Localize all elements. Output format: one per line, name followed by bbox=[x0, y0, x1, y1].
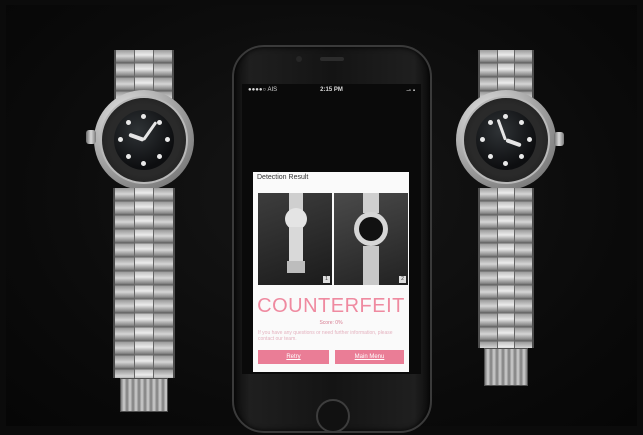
thumbnail-1-number: 1 bbox=[323, 276, 330, 283]
thumbnail-1-watch-image bbox=[285, 193, 307, 273]
left-watch-dial bbox=[114, 110, 174, 170]
right-watch-clasp bbox=[484, 348, 528, 386]
status-time: 2:15 PM bbox=[320, 87, 343, 93]
left-watch-lower-bracelet bbox=[113, 188, 175, 378]
left-watch bbox=[84, 50, 204, 435]
verdict-text: COUNTERFEIT bbox=[257, 295, 405, 317]
detection-result-card: Detection Result 1 2 COUNTERFEIT Score: … bbox=[253, 172, 409, 372]
help-note: If you have any questions or need furthe… bbox=[258, 330, 393, 342]
photo-thumbnail-1[interactable]: 1 bbox=[258, 193, 332, 285]
right-watch-bezel bbox=[462, 96, 550, 184]
card-title: Detection Result bbox=[257, 174, 309, 181]
right-watch-lower-bracelet bbox=[478, 188, 534, 348]
home-button[interactable] bbox=[316, 399, 350, 433]
left-watch-crown bbox=[86, 130, 96, 144]
right-watch bbox=[446, 50, 566, 390]
left-watch-case bbox=[94, 90, 194, 190]
right-watch-dial bbox=[476, 110, 536, 170]
retry-button[interactable]: Retry bbox=[258, 350, 329, 364]
phone-screen: ●●●●○ AIS 2:15 PM ⇀ ▪ Detection Result 1 bbox=[242, 84, 421, 374]
photo-thumbnail-2[interactable]: 2 bbox=[334, 193, 408, 285]
smartphone: ●●●●○ AIS 2:15 PM ⇀ ▪ Detection Result 1 bbox=[232, 45, 432, 433]
status-bar: ●●●●○ AIS 2:15 PM ⇀ ▪ bbox=[242, 84, 421, 97]
right-watch-case bbox=[456, 90, 556, 190]
left-watch-bezel bbox=[100, 96, 188, 184]
thumbnail-2-number: 2 bbox=[399, 276, 406, 283]
earpiece-speaker bbox=[320, 57, 344, 61]
status-icons: ⇀ ▪ bbox=[406, 88, 415, 94]
photo-background: ●●●●○ AIS 2:15 PM ⇀ ▪ Detection Result 1 bbox=[6, 5, 637, 433]
front-camera bbox=[296, 56, 302, 62]
left-watch-clasp bbox=[120, 378, 168, 412]
score-text: Score: 0% bbox=[319, 320, 343, 326]
right-watch-crown bbox=[554, 132, 564, 146]
main-menu-button[interactable]: Main Menu bbox=[335, 350, 404, 364]
thumbnail-2-watch-image bbox=[354, 193, 388, 285]
